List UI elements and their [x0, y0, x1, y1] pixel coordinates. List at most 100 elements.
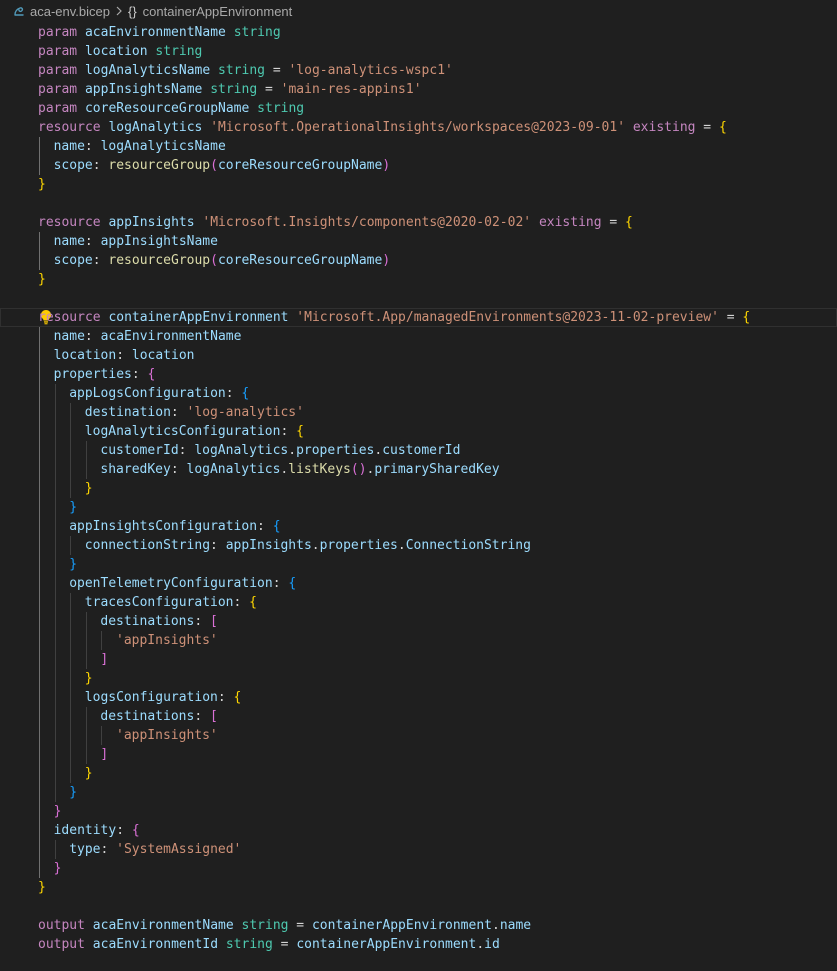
code-token: properties	[319, 538, 398, 553]
code-token: identity	[53, 823, 117, 838]
code-line[interactable]: resource appInsights 'Microsoft.Insights…	[0, 213, 837, 232]
code-line[interactable]: }	[0, 479, 837, 498]
code-token: 'Microsoft.App/managedEnvironments@2023-…	[296, 310, 719, 325]
code-line[interactable]: logsConfiguration: {	[0, 688, 837, 707]
code-line[interactable]: type: 'SystemAssigned'	[0, 840, 837, 859]
code-token: customerId	[382, 443, 461, 458]
code-token: appInsightsName	[100, 234, 218, 249]
code-line[interactable]: resource logAnalytics 'Microsoft.Operati…	[0, 118, 837, 137]
code-line[interactable]: }	[0, 878, 837, 897]
code-token: :	[100, 842, 117, 857]
indent-guide	[55, 840, 56, 859]
code-line[interactable]: destination: 'log-analytics'	[0, 403, 837, 422]
code-token: acaEnvironmentName	[84, 25, 226, 40]
code-token: }	[84, 766, 93, 781]
code-token: existing	[538, 215, 602, 230]
code-token: containerAppEnvironment	[108, 310, 289, 325]
code-line-content: }	[85, 764, 93, 783]
code-line-content: logsConfiguration: {	[85, 688, 242, 707]
code-line[interactable]: customerId: logAnalytics.properties.cust…	[0, 441, 837, 460]
code-line-content: identity: {	[54, 821, 140, 840]
code-token: acaEnvironmentName	[92, 918, 234, 933]
indent-guide	[70, 593, 71, 783]
code-token: logAnalytics	[108, 120, 203, 135]
code-line[interactable]: sharedKey: logAnalytics.listKeys().prima…	[0, 460, 837, 479]
code-line-content: appLogsConfiguration: {	[69, 384, 249, 403]
code-token: .	[491, 918, 500, 933]
code-token: }	[84, 671, 93, 686]
code-line[interactable]	[0, 194, 837, 213]
breadcrumb-symbol[interactable]: {} containerAppEnvironment	[128, 4, 292, 19]
code-line-content: 'appInsights'	[116, 631, 218, 650]
code-token: coreResourceGroupName	[217, 253, 383, 268]
code-line[interactable]: output acaEnvironmentId string = contain…	[0, 935, 837, 954]
code-token: {	[742, 310, 751, 325]
code-line[interactable]: output acaEnvironmentName string = conta…	[0, 916, 837, 935]
code-line[interactable]: resource containerAppEnvironment 'Micros…	[0, 308, 837, 327]
code-line[interactable]: }	[0, 802, 837, 821]
code-line[interactable]: param coreResourceGroupName string	[0, 99, 837, 118]
code-line[interactable]: destinations: [	[0, 707, 837, 726]
code-line[interactable]: param logAnalyticsName string = 'log-ana…	[0, 61, 837, 80]
code-line[interactable]: }	[0, 175, 837, 194]
code-line[interactable]: }	[0, 859, 837, 878]
code-line[interactable]: param appInsightsName string = 'main-res…	[0, 80, 837, 99]
code-token: resource	[38, 215, 101, 230]
code-line[interactable]: connectionString: appInsights.properties…	[0, 536, 837, 555]
code-line[interactable]: }	[0, 783, 837, 802]
code-line[interactable]: ]	[0, 745, 837, 764]
code-token: containerAppEnvironment	[296, 937, 477, 952]
code-line[interactable]: param location string	[0, 42, 837, 61]
code-token: name	[53, 139, 85, 154]
code-token: :	[131, 367, 148, 382]
code-token: param	[38, 25, 78, 40]
code-line[interactable]: properties: {	[0, 365, 837, 384]
code-line[interactable]: identity: {	[0, 821, 837, 840]
indent-guide	[101, 726, 102, 745]
code-line[interactable]: logAnalyticsConfiguration: {	[0, 422, 837, 441]
code-line[interactable]: tracesConfiguration: {	[0, 593, 837, 612]
code-line[interactable]: openTelemetryConfiguration: {	[0, 574, 837, 593]
code-line[interactable]: ]	[0, 650, 837, 669]
code-token: scope	[53, 253, 93, 268]
code-token: properties	[296, 443, 375, 458]
code-line[interactable]: name: logAnalyticsName	[0, 137, 837, 156]
code-line-content: param acaEnvironmentName string	[38, 23, 281, 42]
code-line[interactable]	[0, 897, 837, 916]
code-line[interactable]: location: location	[0, 346, 837, 365]
code-line[interactable]: name: acaEnvironmentName	[0, 327, 837, 346]
code-editor[interactable]: param acaEnvironmentName string param loc…	[0, 22, 837, 971]
code-token: connectionString	[84, 538, 211, 553]
code-token: :	[84, 329, 101, 344]
code-line[interactable]: }	[0, 764, 837, 783]
code-line[interactable]: 'appInsights'	[0, 726, 837, 745]
code-line[interactable]: scope: resourceGroup(coreResourceGroupNa…	[0, 251, 837, 270]
code-line[interactable]: appLogsConfiguration: {	[0, 384, 837, 403]
code-token: {	[625, 215, 633, 230]
code-token: logAnalytics	[186, 462, 281, 477]
indent-guide	[55, 384, 56, 802]
code-line[interactable]	[0, 289, 837, 308]
code-line[interactable]: destinations: [	[0, 612, 837, 631]
code-line[interactable]: appInsightsConfiguration: {	[0, 517, 837, 536]
code-line[interactable]: scope: resourceGroup(coreResourceGroupNa…	[0, 156, 837, 175]
code-line[interactable]: }	[0, 270, 837, 289]
code-line[interactable]: param acaEnvironmentName string	[0, 23, 837, 42]
code-line[interactable]: }	[0, 555, 837, 574]
code-token: customerId	[100, 443, 179, 458]
code-line[interactable]: }	[0, 669, 837, 688]
code-token: {	[241, 386, 250, 401]
code-line[interactable]: 'appInsights'	[0, 631, 837, 650]
code-token: 'Microsoft.Insights/components@2020-02-0…	[202, 215, 532, 230]
code-line[interactable]: name: appInsightsName	[0, 232, 837, 251]
code-token: logAnalyticsConfiguration	[84, 424, 281, 439]
breadcrumb-file[interactable]: aca-env.bicep	[12, 4, 110, 19]
code-line[interactable]: }	[0, 498, 837, 517]
code-line-content: destinations: [	[100, 707, 217, 726]
code-token: =	[257, 82, 281, 97]
indent-guide	[86, 707, 87, 764]
indent-guide	[86, 612, 87, 669]
